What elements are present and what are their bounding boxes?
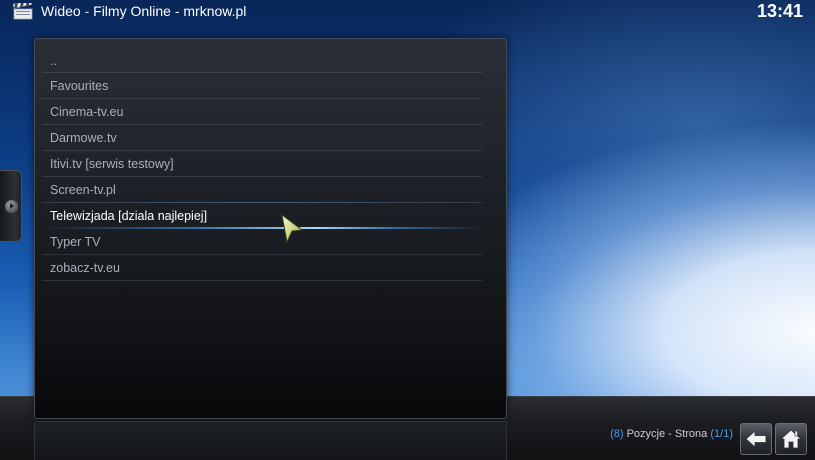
- side-menu-arrow-icon: [5, 200, 18, 213]
- mouse-cursor-icon: [281, 213, 304, 244]
- file-list: .. Favourites Cinema-tv.eu Darmowe.tv It…: [42, 48, 482, 281]
- back-arrow-icon: [745, 430, 767, 448]
- header: Wideo - Filmy Online - mrknow.pl 13:41: [0, 0, 815, 24]
- home-icon: [780, 429, 802, 449]
- back-button[interactable]: [740, 423, 772, 455]
- list-item-zobacz-tv[interactable]: zobacz-tv.eu: [42, 255, 482, 281]
- list-item-telewizjada[interactable]: Telewizjada [dziala najlepiej]: [42, 202, 482, 229]
- breadcrumb-path: Filmy Online - mrknow.pl: [93, 3, 247, 19]
- breadcrumb-section: Wideo: [41, 3, 81, 19]
- list-item-screen-tv[interactable]: Screen-tv.pl: [42, 177, 482, 203]
- breadcrumb-separator: -: [80, 3, 94, 19]
- list-item-darmowe-tv[interactable]: Darmowe.tv: [42, 125, 482, 151]
- list-item-itivi-tv[interactable]: Itivi.tv [serwis testowy]: [42, 151, 482, 177]
- status-text: Pozycje - Strona: [623, 428, 711, 440]
- side-menu-tab[interactable]: [0, 170, 22, 242]
- page-indicator: 1/1: [714, 428, 730, 440]
- list-item-typer-tv[interactable]: Typer TV: [42, 229, 482, 255]
- home-button[interactable]: [775, 423, 807, 455]
- list-item-parent[interactable]: ..: [42, 48, 482, 73]
- list-item-favourites[interactable]: Favourites: [42, 73, 482, 99]
- breadcrumb: Wideo - Filmy Online - mrknow.pl: [41, 3, 246, 19]
- item-count-status: (8) Pozycje - Strona (1/1): [610, 428, 733, 440]
- clock: 13:41: [756, 1, 803, 21]
- list-item-cinema-tv[interactable]: Cinema-tv.eu: [42, 99, 482, 125]
- status-page-close-paren: ): [729, 428, 733, 440]
- panel-reflection: [34, 421, 507, 460]
- clapperboard-icon: [13, 3, 33, 20]
